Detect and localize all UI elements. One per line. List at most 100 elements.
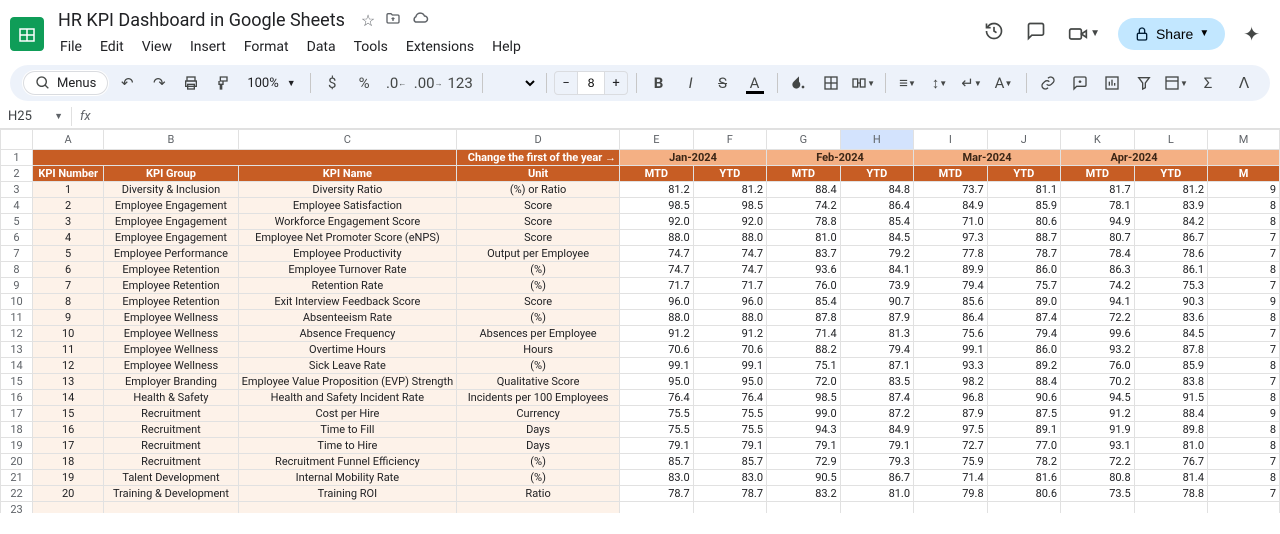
font-select[interactable] <box>491 70 538 96</box>
cell[interactable]: 78.7 <box>693 486 766 502</box>
cell[interactable]: Employee Wellness <box>104 310 238 326</box>
valign-icon[interactable]: ↕▼ <box>926 69 954 97</box>
cell[interactable]: 96.0 <box>693 294 766 310</box>
insert-chart-icon[interactable] <box>1098 69 1126 97</box>
cell[interactable]: 76.0 <box>767 278 841 294</box>
cell[interactable]: 88.2 <box>767 342 841 358</box>
cell[interactable]: 73.5 <box>1061 486 1135 502</box>
cell[interactable]: 8 <box>1208 214 1280 230</box>
cell[interactable]: 75.5 <box>620 406 694 422</box>
col-header-L[interactable]: L <box>1134 130 1207 150</box>
link-icon[interactable] <box>1034 69 1062 97</box>
cell[interactable]: 92.0 <box>620 214 694 230</box>
menu-help[interactable]: Help <box>484 35 529 59</box>
cell[interactable]: 85.4 <box>840 214 913 230</box>
cell[interactable]: Ratio <box>457 486 620 502</box>
cell[interactable]: Overtime Hours <box>238 342 457 358</box>
cell[interactable]: 83.9 <box>1134 198 1207 214</box>
cell[interactable]: 80.7 <box>1061 230 1135 246</box>
cell[interactable]: 98.5 <box>620 198 694 214</box>
col-header-B[interactable]: B <box>104 130 238 150</box>
cell[interactable]: 86.1 <box>1134 262 1207 278</box>
cell[interactable]: 19 <box>33 470 104 486</box>
cell[interactable]: 7 <box>1208 454 1280 470</box>
row-header[interactable]: 12 <box>1 326 33 342</box>
cell[interactable]: 88.4 <box>767 182 841 198</box>
menu-data[interactable]: Data <box>299 35 344 59</box>
cell[interactable] <box>1208 502 1280 514</box>
cell[interactable]: 74.7 <box>693 262 766 278</box>
cell[interactable]: 80.6 <box>987 486 1060 502</box>
cell[interactable]: 95.0 <box>693 374 766 390</box>
bold-icon[interactable]: B <box>645 69 673 97</box>
cell[interactable]: Training & Development <box>104 486 238 502</box>
cell[interactable]: 7 <box>33 278 104 294</box>
cell[interactable]: 90.3 <box>1134 294 1207 310</box>
cell[interactable]: 96.8 <box>914 390 988 406</box>
cell[interactable]: 91.9 <box>1061 422 1135 438</box>
cell[interactable]: 83.7 <box>767 246 841 262</box>
cell[interactable]: 86.7 <box>840 470 913 486</box>
cell[interactable]: 9 <box>1208 294 1280 310</box>
col-header-C[interactable]: C <box>238 130 457 150</box>
menu-tools[interactable]: Tools <box>346 35 396 59</box>
cell[interactable]: 88.0 <box>620 230 694 246</box>
redo-icon[interactable]: ↷ <box>145 69 173 97</box>
cell[interactable] <box>1208 150 1280 166</box>
menu-edit[interactable]: Edit <box>92 35 132 59</box>
cell[interactable]: Retention Rate <box>238 278 457 294</box>
cell[interactable]: Talent Development <box>104 470 238 486</box>
cell[interactable]: Recruitment <box>104 422 238 438</box>
print-icon[interactable] <box>177 69 205 97</box>
cell[interactable]: 91.5 <box>1134 390 1207 406</box>
cell[interactable]: 78.1 <box>1061 198 1135 214</box>
cell[interactable]: 78.8 <box>1134 486 1207 502</box>
row-header[interactable]: 2 <box>1 166 33 182</box>
cell[interactable]: 7 <box>1208 486 1280 502</box>
cell[interactable]: 79.4 <box>840 342 913 358</box>
cell[interactable] <box>914 502 988 514</box>
text-color-icon[interactable]: A <box>741 69 769 97</box>
cell[interactable]: Days <box>457 438 620 454</box>
cell[interactable] <box>1134 502 1207 514</box>
cell[interactable]: Exit Interview Feedback Score <box>238 294 457 310</box>
menu-view[interactable]: View <box>134 35 180 59</box>
cloud-status-icon[interactable] <box>411 10 429 32</box>
cell[interactable]: Workforce Engagement Score <box>238 214 457 230</box>
search-menus[interactable]: Menus <box>22 70 109 96</box>
cell[interactable]: 81.2 <box>620 182 694 198</box>
cell[interactable]: 18 <box>33 454 104 470</box>
cell[interactable]: 75.5 <box>620 422 694 438</box>
cell[interactable]: 99.0 <box>767 406 841 422</box>
cell[interactable]: Employee Productivity <box>238 246 457 262</box>
cell[interactable]: 71.4 <box>767 326 841 342</box>
rotate-icon[interactable]: A▼ <box>990 69 1018 97</box>
history-icon[interactable] <box>980 17 1008 50</box>
cell[interactable]: 86.7 <box>1134 230 1207 246</box>
cell[interactable]: 10 <box>33 326 104 342</box>
decrease-decimal-icon[interactable]: .0← <box>382 69 410 97</box>
row-header[interactable]: 20 <box>1 454 33 470</box>
row-header[interactable]: 17 <box>1 406 33 422</box>
field-header[interactable]: MTD <box>767 166 841 182</box>
cell[interactable]: 8 <box>1208 438 1280 454</box>
row-header[interactable]: 8 <box>1 262 33 278</box>
cell[interactable]: 87.9 <box>840 310 913 326</box>
cell[interactable]: (%) <box>457 454 620 470</box>
cell[interactable]: 99.1 <box>620 358 694 374</box>
cell[interactable]: Employee Retention <box>104 294 238 310</box>
month-header[interactable]: Jan-2024 <box>620 150 767 166</box>
cell[interactable]: 74.2 <box>1061 278 1135 294</box>
cell[interactable]: 81.0 <box>767 230 841 246</box>
gemini-icon[interactable]: ✦ <box>1239 18 1264 50</box>
field-header[interactable]: KPI Group <box>104 166 238 182</box>
cell[interactable]: 86.4 <box>914 310 988 326</box>
cell[interactable]: 14 <box>33 390 104 406</box>
cell[interactable]: 8 <box>1208 310 1280 326</box>
row-header[interactable]: 14 <box>1 358 33 374</box>
cell[interactable] <box>767 502 841 514</box>
halign-icon[interactable]: ≡▼ <box>894 69 922 97</box>
cell[interactable]: 85.7 <box>620 454 694 470</box>
cell[interactable]: 73.7 <box>914 182 988 198</box>
cell[interactable]: 72.0 <box>767 374 841 390</box>
